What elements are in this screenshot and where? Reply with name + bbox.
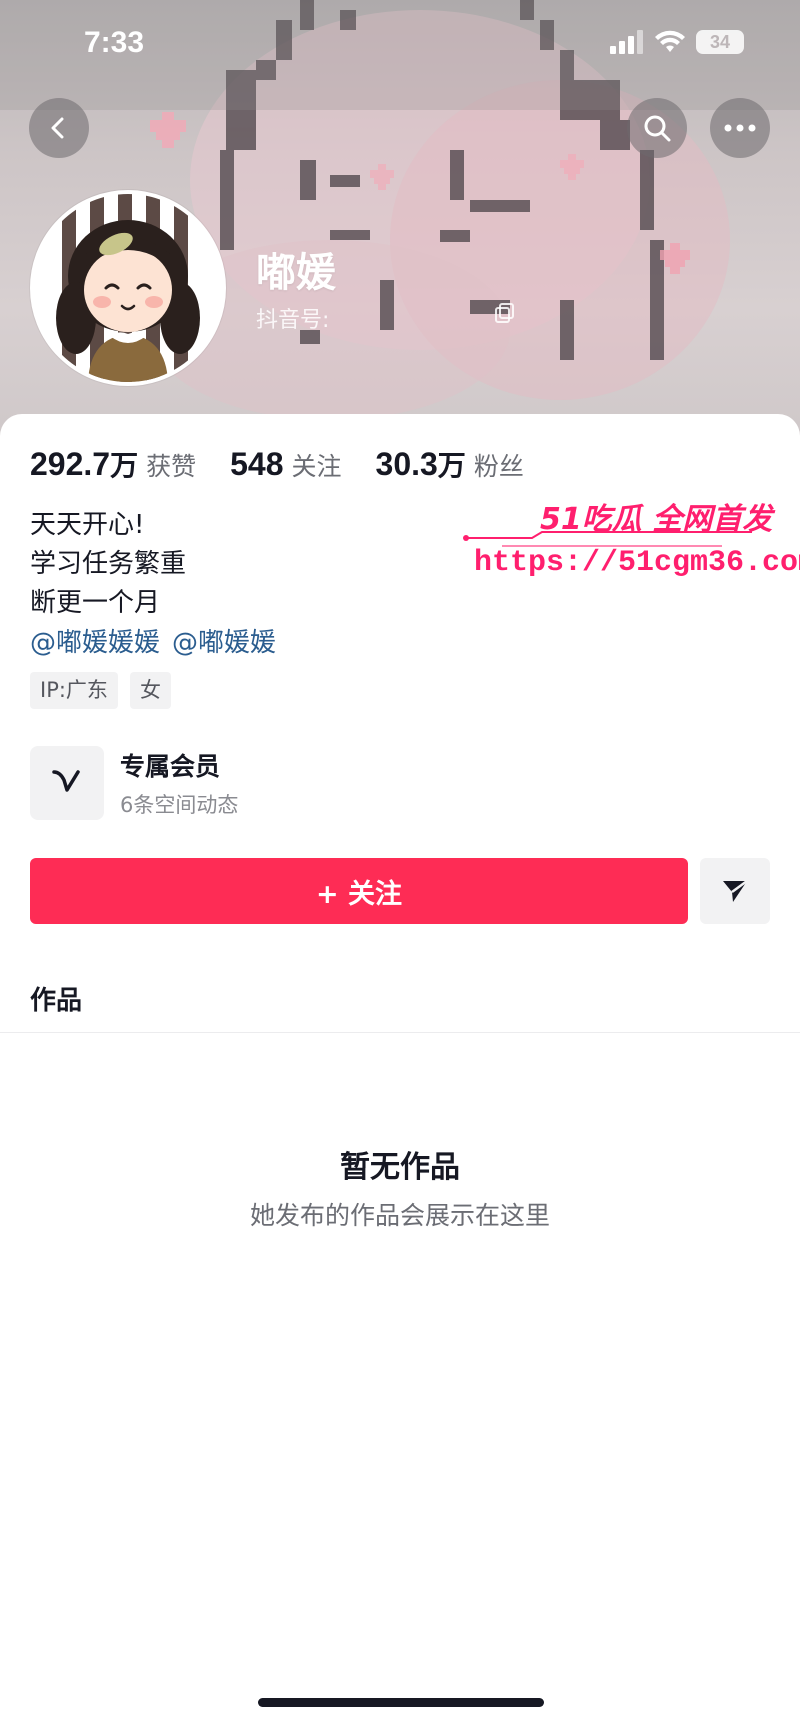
member-subtitle: 6条空间动态 (120, 793, 239, 817)
member-title: 专属会员 (120, 752, 221, 781)
search-icon (644, 115, 671, 142)
profile-tags: IP:广东 女 (30, 672, 171, 709)
send-icon (723, 879, 748, 902)
watermark-url: https://51cgm36.com (474, 546, 800, 580)
stat-likes[interactable]: 292.7 万 获赞 (30, 444, 196, 484)
profile-card: 292.7 万 获赞 548 关注 30.3 万 粉丝 天天开心! 学习任务繁重… (0, 414, 800, 1733)
status-icons: 34 (610, 30, 744, 54)
stat-followers[interactable]: 30.3 万 粉丝 (376, 444, 524, 484)
profile-bio: 天天开心! 学习任务繁重 断更一个月 (30, 506, 186, 623)
home-indicator[interactable] (258, 1698, 544, 1707)
douyin-id: 抖音号: (256, 308, 330, 333)
stat-label: 粉丝 (473, 452, 524, 481)
copy-icon[interactable] (494, 302, 516, 324)
avatar-illustration (34, 194, 222, 382)
stat-value: 292.7 (30, 446, 111, 482)
stat-unit: 万 (437, 449, 466, 482)
stat-value: 548 (230, 446, 284, 482)
wifi-icon (655, 30, 685, 52)
signal-icon (610, 30, 643, 54)
profile-cover: 7:33 34 嘟媛 抖音号: (0, 0, 800, 440)
stat-unit: 万 (110, 449, 139, 482)
search-button[interactable] (627, 98, 687, 158)
stat-value: 30.3 (375, 446, 438, 482)
bio-line: 学习任务繁重 (30, 549, 187, 579)
v-icon (30, 746, 104, 820)
tab-works[interactable]: 作品 (30, 980, 82, 1017)
empty-state-subtitle: 她发布的作品会展示在这里 (249, 1201, 550, 1230)
empty-state-title: 暂无作品 (340, 1150, 460, 1185)
bio-line: 断更一个月 (30, 588, 161, 618)
more-button[interactable] (710, 98, 770, 158)
gender-tag: 女 (129, 672, 171, 709)
battery-icon: 34 (696, 30, 744, 54)
stat-label: 获赞 (146, 452, 197, 481)
chevron-left-icon (51, 117, 64, 139)
divider (0, 1032, 800, 1033)
send-message-button[interactable] (700, 858, 770, 924)
member-text: 专属会员 6条空间动态 (120, 747, 238, 819)
mention-link[interactable]: @嘟媛媛 (172, 622, 276, 659)
stat-label: 关注 (291, 452, 342, 481)
watermark-text: 51吃瓜 全网首发 (540, 502, 773, 537)
mention-link[interactable]: @嘟媛媛媛 (30, 622, 160, 659)
member-space[interactable]: 专属会员 6条空间动态 (30, 746, 238, 820)
status-time: 7:33 (84, 26, 145, 59)
more-horizontal-icon (724, 124, 756, 132)
avatar[interactable] (30, 190, 226, 386)
back-button[interactable] (29, 98, 89, 158)
stat-following[interactable]: 548 关注 (230, 446, 341, 483)
ip-location-tag: IP:广东 (30, 672, 118, 709)
profile-nickname: 嘟媛 (256, 250, 336, 296)
follow-button[interactable]: + 关注 (30, 858, 688, 924)
bio-mentions: @嘟媛媛媛 @嘟媛媛 (30, 622, 276, 659)
status-bar: 7:33 34 (0, 0, 800, 90)
watermark-overlay: 51吃瓜 全网首发 https://51cgm36.com (462, 494, 800, 604)
profile-stats: 292.7 万 获赞 548 关注 30.3 万 粉丝 (30, 444, 558, 484)
bio-line: 天天开心! (30, 510, 145, 540)
